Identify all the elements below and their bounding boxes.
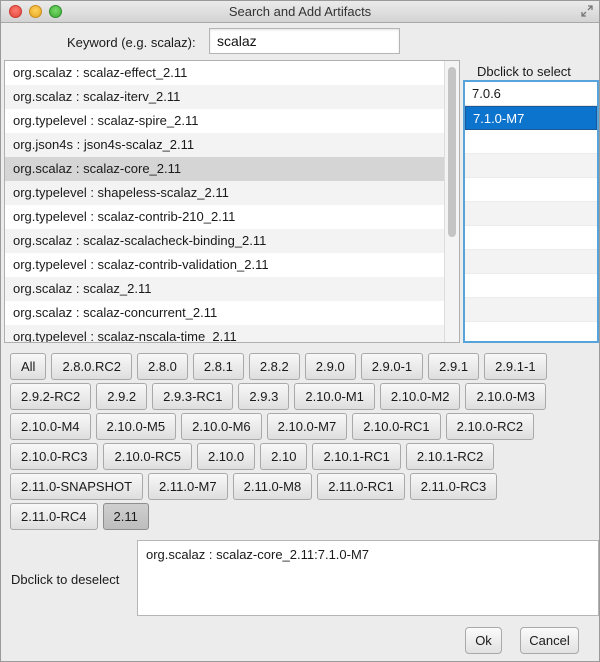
scala-version-button[interactable]: 2.11.0-M7 (148, 473, 228, 500)
scala-version-button[interactable]: 2.10.0-M7 (266, 413, 348, 440)
version-empty-row (465, 178, 597, 202)
scala-version-button[interactable]: 2.11.0-RC4 (10, 503, 98, 530)
scala-version-button[interactable]: 2.9.2 (96, 383, 148, 410)
fullscreen-icon[interactable] (581, 5, 593, 17)
version-row[interactable]: 7.1.0-M7 (465, 106, 597, 130)
scala-version-button[interactable]: 2.11 (102, 503, 149, 530)
scala-version-button[interactable]: 2.8.0 (137, 353, 188, 380)
artifact-list-scrollbar[interactable] (444, 61, 459, 342)
scala-version-button[interactable]: 2.10.0 (196, 443, 256, 470)
artifact-row[interactable]: org.typelevel : scalaz-spire_2.11 (5, 109, 459, 133)
artifact-list[interactable]: org.scalaz : scalaz-effect_2.11 org.scala… (4, 60, 460, 343)
scala-version-button-row: 2.11.0-RC4 2.11 (10, 503, 595, 530)
scala-version-button[interactable]: 2.11.0-RC1 (317, 473, 405, 500)
artifact-row[interactable]: org.scalaz : scalaz-concurrent_2.11 (5, 301, 459, 325)
artifact-row[interactable]: org.typelevel : shapeless-scalaz_2.11 (5, 181, 459, 205)
cancel-button[interactable]: Cancel (520, 627, 579, 654)
scala-version-button[interactable]: 2.11.0-M8 (232, 473, 313, 500)
artifact-row[interactable]: org.scalaz : scalaz-core_2.11 (5, 157, 459, 181)
scala-version-button[interactable]: All (10, 353, 47, 380)
scala-version-button[interactable]: 2.10.0-RC2 (445, 413, 535, 440)
scala-version-button-row: 2.9.2-RC2 2.9.2 2.9.3-RC1 2.9.3 2.10.0-M1 2.1… (10, 383, 595, 410)
scala-version-button[interactable]: 2.9.2-RC2 (10, 383, 92, 410)
selected-artifact-entry[interactable]: org.scalaz : scalaz-core_2.11:7.1.0-M7 (146, 545, 590, 565)
scala-version-button[interactable]: 2.10.0-M2 (379, 383, 461, 410)
version-list[interactable]: 7.0.6 7.1.0-M7 (463, 80, 599, 343)
version-empty-row (465, 226, 597, 250)
scala-version-button[interactable]: 2.10.1-RC2 (405, 443, 495, 470)
scala-version-button[interactable]: 2.9.0 (304, 353, 356, 380)
scala-version-button[interactable]: 2.9.1-1 (484, 353, 547, 380)
scala-version-button[interactable]: 2.11.0-RC3 (409, 473, 498, 500)
scala-version-button[interactable]: 2.10.0-M5 (95, 413, 177, 440)
artifact-row[interactable]: org.json4s : json4s-scalaz_2.11 (5, 133, 459, 157)
artifact-row[interactable]: org.typelevel : scalaz-contrib-validatio… (5, 253, 459, 277)
scala-version-button[interactable]: 2.10 (260, 443, 308, 470)
version-empty-row (465, 154, 597, 178)
scala-version-button[interactable]: 2.10.0-M1 (294, 383, 375, 410)
keyword-label: Keyword (e.g. scalaz): (67, 35, 196, 50)
scala-version-button[interactable]: 2.10.1-RC1 (312, 443, 401, 470)
version-empty-row (465, 250, 597, 274)
scala-version-button[interactable]: 2.8.1 (192, 353, 244, 380)
scala-version-button-row: 2.10.0-M4 2.10.0-M5 2.10.0-M6 2.10.0-M7 2.10… (10, 413, 595, 440)
version-row[interactable]: 7.0.6 (465, 82, 597, 106)
scala-version-button[interactable]: 2.10.0-RC1 (352, 413, 441, 440)
artifact-row[interactable]: org.scalaz : scalaz_2.11 (5, 277, 459, 301)
ok-button[interactable]: Ok (465, 627, 502, 654)
artifact-row[interactable]: org.scalaz : scalaz-scalacheck-binding_2… (5, 229, 459, 253)
keyword-search-input[interactable] (209, 28, 400, 54)
artifact-row[interactable]: org.typelevel : scalaz-contrib-210_2.11 (5, 205, 459, 229)
dialog-window: Search and Add Artifacts Keyword (e.g. s… (0, 0, 600, 662)
window-title: Search and Add Artifacts (228, 4, 372, 19)
selected-artifacts-list[interactable]: org.scalaz : scalaz-core_2.11:7.1.0-M7 (137, 540, 599, 616)
scala-version-button[interactable]: 2.9.3-RC1 (152, 383, 234, 410)
version-empty-row (465, 130, 597, 154)
scrollbar-thumb[interactable] (448, 67, 456, 237)
artifact-row[interactable]: org.typelevel : scalaz-nscala-time_2.11 (5, 325, 459, 342)
scala-version-button[interactable]: 2.9.3 (238, 383, 290, 410)
artifact-row[interactable]: org.scalaz : scalaz-effect_2.11 (5, 61, 459, 85)
scala-version-button[interactable]: 2.10.0-RC5 (103, 443, 192, 470)
artifact-rows: org.scalaz : scalaz-effect_2.11 org.scala… (5, 61, 459, 342)
title-bar[interactable]: Search and Add Artifacts (1, 1, 599, 23)
version-list-title: Dbclick to select (477, 64, 571, 79)
scala-version-button[interactable]: 2.8.2 (248, 353, 300, 380)
scala-version-button[interactable]: 2.9.1 (428, 353, 480, 380)
deselect-label: Dbclick to deselect (11, 572, 120, 587)
artifact-row[interactable]: org.scalaz : scalaz-iterv_2.11 (5, 85, 459, 109)
scala-version-button-row: 2.10.0-RC3 2.10.0-RC5 2.10.0 2.10 2.10.1-RC1… (10, 443, 595, 470)
scala-version-button-row: 2.11.0-SNAPSHOT 2.11.0-M7 2.11.0-M8 2.11.0-… (10, 473, 595, 500)
scala-version-button[interactable]: 2.10.0-M6 (181, 413, 262, 440)
scala-version-button[interactable]: 2.8.0.RC2 (51, 353, 132, 380)
version-empty-row (465, 202, 597, 226)
scala-version-button-row: All 2.8.0.RC2 2.8.0 2.8.1 2.8.2 2.9.0 2.9.0-1 2… (10, 353, 595, 380)
version-empty-row (465, 298, 597, 322)
scala-version-button[interactable]: 2.10.0-M4 (10, 413, 91, 440)
scala-version-button[interactable]: 2.11.0-SNAPSHOT (10, 473, 144, 500)
scala-version-button[interactable]: 2.9.0-1 (360, 353, 424, 380)
scala-version-button[interactable]: 2.10.0-M3 (465, 383, 546, 410)
version-empty-row (465, 274, 597, 298)
scala-version-button[interactable]: 2.10.0-RC3 (10, 443, 99, 470)
scala-version-buttons: All 2.8.0.RC2 2.8.0 2.8.1 2.8.2 2.9.0 2.9.0-1 2… (10, 353, 595, 533)
